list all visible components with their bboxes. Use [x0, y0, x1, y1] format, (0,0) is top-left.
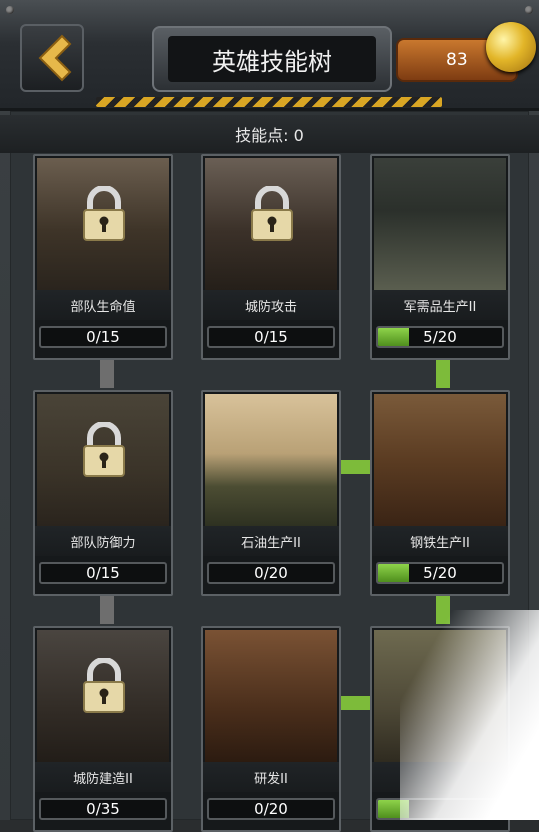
soldiers-image — [37, 394, 169, 526]
skill-card[interactable]: 钢铁生产II 5/20 — [370, 390, 510, 596]
skill-card[interactable]: 部队生命值 0/15 — [33, 154, 173, 360]
connector — [340, 696, 370, 710]
skill-card[interactable]: 军需品生产II 5/20 — [370, 154, 510, 360]
skill-progress-bar: 0/15 — [39, 326, 167, 348]
skill-name: 研发II — [203, 762, 339, 792]
back-button[interactable] — [20, 24, 84, 92]
skill-card[interactable]: 研发II 0/20 — [201, 626, 341, 832]
lock-icon — [81, 421, 127, 478]
connector — [436, 356, 450, 388]
skill-name: 城防攻击 — [203, 290, 339, 320]
skill-progress-bar: 0/20 — [207, 798, 335, 820]
skill-progress-bar: 5/20 — [376, 562, 504, 584]
gold-coin-icon — [486, 22, 536, 72]
skill-level-count: 5/20 — [423, 564, 457, 582]
skill-progress-bar: 0/20 — [207, 562, 335, 584]
ruins-image — [205, 158, 337, 290]
lock-icon — [249, 185, 295, 242]
lock-icon — [81, 657, 127, 714]
skill-level-count: 0/15 — [86, 564, 120, 582]
skill-progress-bar — [376, 798, 504, 820]
skill-points-label: 技能点: 0 — [0, 115, 539, 153]
skill-progress-bar: 0/15 — [39, 562, 167, 584]
chevron-left-icon — [38, 34, 72, 82]
ammo-crate-image — [374, 158, 506, 290]
skill-level-count: 0/35 — [86, 800, 120, 818]
coin-count: 83 — [446, 50, 468, 70]
connector — [100, 592, 114, 624]
oil-barrels-image — [205, 394, 337, 526]
skill-card[interactable] — [370, 626, 510, 832]
hazard-stripe — [96, 97, 442, 107]
skill-name: 石油生产II — [203, 526, 339, 556]
skill-name: 钢铁生产II — [372, 526, 508, 556]
skill-card[interactable]: 城防建造II 0/35 — [33, 626, 173, 832]
skill-progress-bar: 0/35 — [39, 798, 167, 820]
skill-level-count: 0/15 — [86, 328, 120, 346]
skill-name: 城防建造II — [35, 762, 171, 792]
skill-card[interactable]: 石油生产II 0/20 — [201, 390, 341, 596]
top-bar: 英雄技能树 83 — [0, 0, 539, 111]
skill-name: 部队生命值 — [35, 290, 171, 320]
title-plate: 英雄技能树 — [152, 26, 392, 92]
skill-level-count: 0/20 — [254, 564, 288, 582]
skill-level-count: 5/20 — [423, 328, 457, 346]
lock-icon — [81, 185, 127, 242]
rubble-image — [37, 630, 169, 762]
money-image — [374, 630, 506, 762]
connector — [436, 592, 450, 624]
medical-image — [37, 158, 169, 290]
skill-name: 部队防御力 — [35, 526, 171, 556]
skill-card[interactable]: 城防攻击 0/15 — [201, 154, 341, 360]
connector — [340, 460, 370, 474]
skill-name — [372, 762, 508, 792]
scientist-image — [205, 630, 337, 762]
skill-level-count: 0/15 — [254, 328, 288, 346]
skill-level-count: 0/20 — [254, 800, 288, 818]
skill-level-count — [378, 800, 502, 818]
skill-progress-bar: 5/20 — [376, 326, 504, 348]
skill-card[interactable]: 部队防御力 0/15 — [33, 390, 173, 596]
mine-cart-image — [374, 394, 506, 526]
connector — [100, 356, 114, 388]
skill-name: 军需品生产II — [372, 290, 508, 320]
page-title: 英雄技能树 — [168, 36, 376, 82]
skill-progress-bar: 0/15 — [207, 326, 335, 348]
